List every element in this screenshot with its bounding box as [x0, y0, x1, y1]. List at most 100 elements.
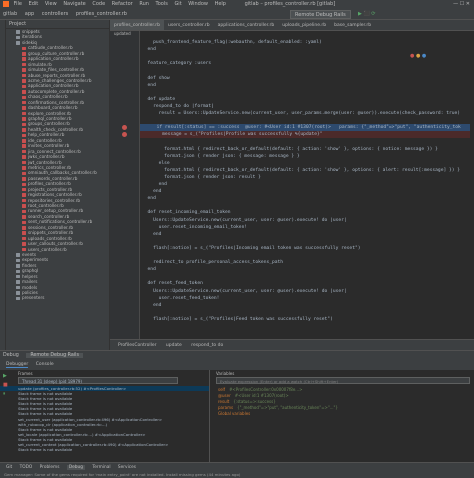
status-message[interactable]: Gem manager: Some of the gems required f… [4, 472, 240, 477]
code-line[interactable] [142, 323, 472, 330]
code-line[interactable]: format.html { redirect_back_or_default(d… [142, 167, 472, 174]
breakpoint-icon[interactable] [122, 125, 127, 131]
menu-code[interactable]: Code [92, 1, 105, 7]
code-line[interactable]: end [142, 302, 472, 309]
menu-git[interactable]: Git [174, 1, 181, 7]
code-line[interactable]: format.json { render json: { message: me… [142, 153, 472, 160]
breadcrumb-method[interactable]: update [166, 343, 182, 348]
tool-debug[interactable]: Debug [66, 465, 85, 470]
variable-list: self #<ProfilesController:0x00007f8e...> @… [210, 387, 474, 417]
code-line[interactable]: user.reset_incoming_email_token! [142, 224, 472, 231]
code-line[interactable]: def update [142, 96, 472, 103]
menu-file[interactable]: File [14, 1, 22, 7]
breadcrumb-class[interactable]: ProfilesController [118, 343, 156, 348]
menu-window[interactable]: Window [188, 1, 208, 7]
tool-terminal[interactable]: Terminal [92, 465, 110, 470]
run-toolbar-icons[interactable]: ▶ ⬛ ⟳ [358, 9, 375, 20]
updated-tab[interactable]: updated [114, 31, 131, 38]
editor-gutter[interactable] [110, 31, 140, 339]
code-line[interactable]: end [142, 231, 472, 238]
editor-tab[interactable]: users_controller.rb [164, 20, 214, 30]
menu-view[interactable]: View [45, 1, 57, 7]
code-line[interactable]: Users::UpdateService.new(current_user, u… [142, 288, 472, 295]
code-line[interactable]: format.html { redirect_back_or_default(d… [142, 146, 472, 153]
tool-git[interactable]: Git [6, 465, 12, 470]
code-line[interactable]: Users::UpdateService.new(current_user, u… [142, 217, 472, 224]
code-line[interactable]: format.json { render json: result } [142, 174, 472, 181]
menu-run[interactable]: Run [139, 1, 149, 7]
menu-navigate[interactable]: Navigate [63, 1, 85, 7]
debug-side-controls[interactable]: ▶ ■ ⏸ [3, 372, 13, 399]
code-line[interactable] [142, 138, 472, 145]
console-tab[interactable]: Console [36, 362, 54, 367]
code-line[interactable]: else [142, 160, 472, 167]
code-line[interactable]: flash[:notice] = s_("Profiles|Feed token… [142, 316, 472, 323]
tool-services[interactable]: Services [118, 465, 136, 470]
code-line[interactable]: redirect_to profile_personal_access_toke… [142, 259, 472, 266]
code-line[interactable]: respond_to do |format| [142, 103, 472, 110]
code-line[interactable]: end [142, 82, 472, 89]
code-line[interactable]: end [142, 195, 472, 202]
code-line[interactable]: if result[:status] == :success @user: #<… [140, 124, 470, 132]
code-line[interactable]: feature_category :users [142, 60, 472, 67]
app-icon [3, 0, 9, 7]
menu-edit[interactable]: Edit [29, 1, 39, 7]
menu-tools[interactable]: Tools [156, 1, 168, 7]
ruby-file-icon [22, 247, 26, 252]
code-line[interactable] [142, 273, 472, 280]
code-line[interactable]: end [142, 266, 472, 273]
editor-inspection-icons[interactable]: ● ● ● [410, 53, 426, 59]
code-line[interactable]: result = Users::UpdateService.new(curren… [142, 110, 472, 117]
code-line[interactable]: def reset_incoming_email_token [142, 209, 472, 216]
stack-frame[interactable]: Stack frame is not available [0, 447, 209, 452]
tree-item-label: finders [22, 262, 37, 268]
code-line[interactable] [142, 330, 472, 337]
debugger-tab[interactable]: Debugger [6, 362, 29, 368]
code-line[interactable]: end [142, 188, 472, 195]
editor-tabs: profiles_controller.rb users_controller.r… [110, 20, 474, 31]
tree-item-label: sent_notifications_controller.rb [28, 219, 93, 225]
tree-item-label: snippets_controller.rb [28, 230, 74, 236]
code-line[interactable] [142, 252, 472, 259]
run-config-select[interactable]: Remote Debug Rails [290, 10, 351, 19]
tool-problems[interactable]: Problems [40, 465, 60, 470]
variable-row[interactable]: Global variables [210, 411, 474, 417]
code-line[interactable]: user.reset_feed_token! [142, 295, 472, 302]
tree-item[interactable]: presenters [6, 295, 109, 300]
nav-crumb-app[interactable]: app [25, 11, 34, 17]
editor-tab[interactable]: applications_controller.rb [214, 20, 279, 30]
code-line[interactable]: push_frontend_feature_flag(:webauthn, de… [142, 39, 472, 46]
breadcrumb-block[interactable]: respond_to do [191, 343, 223, 348]
editor-tab[interactable]: base_sampler.rb [330, 20, 375, 30]
thread-select[interactable]: Thread 31 (sleep) (pid 18979) [18, 377, 178, 384]
code-line[interactable]: message = s_("Profiles|Profile was succe… [140, 131, 470, 139]
code-line[interactable]: def show [142, 75, 472, 82]
code-line[interactable] [142, 238, 472, 245]
debug-config-tab[interactable]: Remote Debug Rails [26, 353, 83, 358]
breakpoint-icon[interactable] [122, 132, 127, 138]
code-line[interactable]: end [142, 181, 472, 188]
code-line[interactable]: flash[:notice] = s_("Profiles|Incoming e… [142, 245, 472, 252]
menu-refactor[interactable]: Refactor [112, 1, 133, 7]
nav-crumb-file[interactable]: profiles_controller.rb [76, 11, 127, 17]
code-line[interactable] [142, 89, 472, 96]
ruby-file-icon [22, 187, 26, 192]
nav-crumb-project[interactable]: gitlab [3, 11, 17, 17]
editor-tab[interactable]: profiles_controller.rb [110, 20, 164, 30]
editor-tab[interactable]: uploads_pipeline.rb [278, 20, 330, 30]
tree-item-label: search_controller.rb [28, 213, 70, 219]
menu-help[interactable]: Help [215, 1, 226, 7]
project-panel-header[interactable]: Project [6, 20, 109, 29]
code-line[interactable] [142, 202, 472, 209]
tool-todo[interactable]: TODO [20, 465, 33, 470]
code-editor[interactable]: updated push_frontend_feature_flag(:weba… [110, 31, 474, 339]
code-line[interactable] [142, 309, 472, 316]
window-controls[interactable]: — ☐ ✕ [453, 0, 470, 9]
tree-item-label: users_controller.rb [28, 246, 67, 252]
code-line[interactable] [142, 67, 472, 74]
tree-item-label: jwt_controller.rb [28, 159, 62, 165]
nav-crumb-controllers[interactable]: controllers [42, 11, 68, 17]
code-line[interactable] [142, 117, 472, 124]
code-line[interactable]: def reset_feed_token [142, 280, 472, 287]
evaluate-expression-field[interactable]: Evaluate expression (Enter) or add a wat… [216, 377, 470, 384]
